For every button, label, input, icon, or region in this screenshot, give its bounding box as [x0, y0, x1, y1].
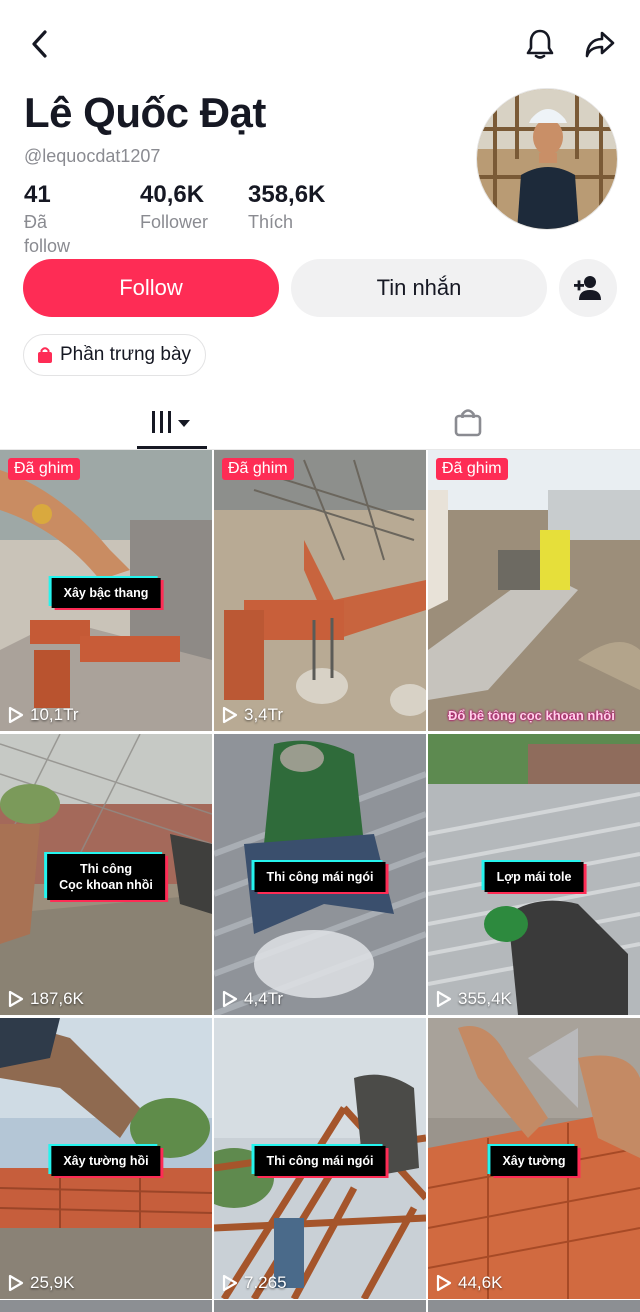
play-icon — [8, 706, 24, 724]
video-tile[interactable]: Thi công mái ngói 4,4Tr — [214, 734, 426, 1015]
view-count: 187,6K — [8, 989, 84, 1009]
chevron-left-icon — [32, 30, 47, 58]
view-count: 4,4Tr — [222, 989, 283, 1009]
video-caption-line2: Cọc khoan nhồi — [59, 878, 153, 892]
play-icon — [8, 1274, 24, 1292]
stat-likes-label: Thích — [248, 212, 294, 232]
view-count: 355,4K — [436, 989, 512, 1009]
video-tile[interactable]: Xây tường hồi 25,9K — [0, 1018, 212, 1299]
video-overlay-text: Đổ bê tông cọc khoan nhồi — [448, 708, 615, 723]
video-tile[interactable]: Đã ghim 3,4Tr — [214, 450, 426, 731]
view-count: 44,6K — [436, 1273, 502, 1293]
video-tile-partial[interactable] — [428, 1300, 640, 1312]
view-count: 10,1Tr — [8, 705, 79, 725]
top-bar — [0, 0, 640, 88]
content-tabs — [0, 395, 640, 450]
tab-shop[interactable] — [433, 395, 503, 449]
view-count: 3,4Tr — [222, 705, 283, 725]
video-caption-line1: Thi công — [79, 862, 133, 876]
profile-handle: @lequocdat1207 — [24, 146, 161, 166]
video-caption: Xây tường — [490, 1146, 578, 1176]
view-count-value: 187,6K — [30, 989, 84, 1008]
pinned-badge: Đã ghim — [222, 458, 294, 480]
play-icon — [436, 990, 452, 1008]
video-tile-partial[interactable] — [0, 1300, 212, 1312]
view-count: 25,9K — [8, 1273, 74, 1293]
share-button[interactable] — [580, 24, 620, 64]
video-tile[interactable]: Lợp mái tole 355,4K — [428, 734, 640, 1015]
shopping-bag-icon — [38, 347, 52, 363]
stat-following-value: 41 — [24, 181, 51, 208]
bell-icon — [526, 29, 554, 59]
grid-bars-icon — [152, 410, 190, 433]
shopping-bag-outline-icon — [454, 409, 482, 437]
video-tile-partial[interactable] — [214, 1300, 426, 1312]
stat-followers-value: 40,6K — [140, 181, 205, 208]
pinned-badge: Đã ghim — [8, 458, 80, 480]
view-count-value: 4,4Tr — [244, 989, 284, 1008]
view-count-value: 44,6K — [458, 1273, 503, 1292]
video-caption: Thi công mái ngói — [254, 862, 386, 892]
view-count-value: 7.265 — [244, 1273, 287, 1292]
add-friend-button[interactable] — [559, 259, 617, 317]
stat-following-label: Đã follow — [24, 212, 71, 256]
tab-videos[interactable] — [137, 395, 207, 449]
pinned-badge: Đã ghim — [436, 458, 508, 480]
view-count-value: 355,4K — [458, 989, 512, 1008]
stat-likes-value: 358,6K — [248, 181, 326, 208]
showcase-button[interactable]: Phần trưng bày — [23, 334, 207, 376]
stat-following[interactable]: 41 Đã follow — [24, 180, 70, 258]
video-tile[interactable]: Thi công Cọc khoan nhồi 187,6K — [0, 734, 212, 1015]
video-caption: Lợp mái tole — [484, 862, 584, 892]
video-caption: Xây tường hồi — [51, 1146, 161, 1176]
avatar[interactable] — [476, 88, 618, 230]
play-icon — [8, 990, 24, 1008]
video-tile[interactable]: Thi công mái ngói 7.265 — [214, 1018, 426, 1299]
play-icon — [222, 990, 238, 1008]
share-arrow-icon — [585, 31, 615, 58]
play-icon — [222, 706, 238, 724]
video-caption: Thi công mái ngói — [254, 1146, 386, 1176]
view-count: 7.265 — [222, 1273, 287, 1293]
play-icon — [222, 1274, 238, 1292]
view-count-value: 3,4Tr — [244, 705, 284, 724]
profile-name: Lê Quốc Đạt — [24, 89, 266, 136]
follow-button[interactable]: Follow — [23, 259, 279, 317]
video-thumbnail — [428, 450, 640, 731]
add-user-icon — [574, 276, 601, 300]
view-count-value: 10,1Tr — [30, 705, 79, 724]
notification-bell-button[interactable] — [520, 24, 560, 64]
stat-followers-label: Follower — [140, 212, 209, 232]
video-tile[interactable]: Xây tường 44,6K — [428, 1018, 640, 1299]
message-button[interactable]: Tin nhắn — [291, 259, 547, 317]
next-row-preview — [0, 1300, 640, 1312]
video-thumbnail — [214, 450, 426, 731]
play-icon — [436, 1274, 452, 1292]
stat-followers[interactable]: 40,6K Follower — [140, 180, 208, 234]
back-button[interactable] — [22, 26, 58, 62]
video-caption: Xây bậc thang — [51, 578, 161, 608]
view-count-value: 25,9K — [30, 1273, 75, 1292]
video-caption: Thi công Cọc khoan nhồi — [47, 854, 165, 900]
showcase-label: Phần trưng bày — [60, 344, 192, 365]
stat-likes[interactable]: 358,6K Thích — [248, 180, 325, 234]
avatar-photo — [477, 89, 617, 229]
video-tile[interactable]: Đã ghim Đổ bê tông cọc khoan nhồi — [428, 450, 640, 731]
video-tile[interactable]: Đã ghim Xây bậc thang 10,1Tr — [0, 450, 212, 731]
